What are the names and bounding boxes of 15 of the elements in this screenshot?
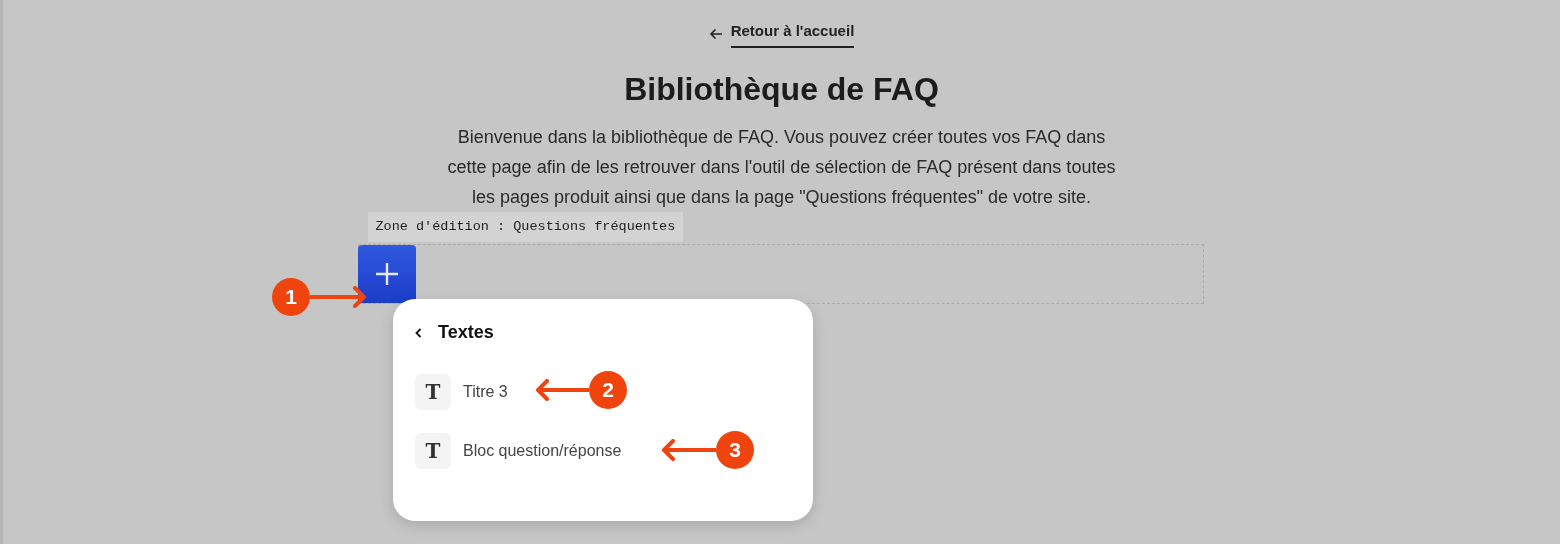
page-title: Bibliothèque de FAQ xyxy=(624,69,939,108)
text-type-icon: T xyxy=(415,374,451,410)
back-chevron-icon[interactable] xyxy=(415,327,422,338)
annotation-arrow xyxy=(535,379,589,401)
plus-icon xyxy=(374,261,399,286)
annotation-arrow xyxy=(661,439,716,461)
back-link[interactable]: Retour à l'accueil xyxy=(730,20,855,48)
edit-zone-label: Zone d'édition : Questions fréquentes xyxy=(367,211,684,243)
annotation-arrow xyxy=(310,286,367,308)
back-arrow-icon xyxy=(708,27,723,40)
intro-text: Bienvenue dans la bibliothèque de FAQ. Vous pouvez créer toutes vos FAQ dans cette page afin de les retrouver dans l'outil de sélection de FAQ présent dans toutes les pages produit ainsi que dans la page "Questions fréquentes" de votre site. xyxy=(446,125,1117,209)
step-number: 1 xyxy=(272,278,310,316)
add-button[interactable] xyxy=(357,244,416,303)
text-type-icon: T xyxy=(415,433,451,469)
menu-title: Textes xyxy=(438,321,494,344)
